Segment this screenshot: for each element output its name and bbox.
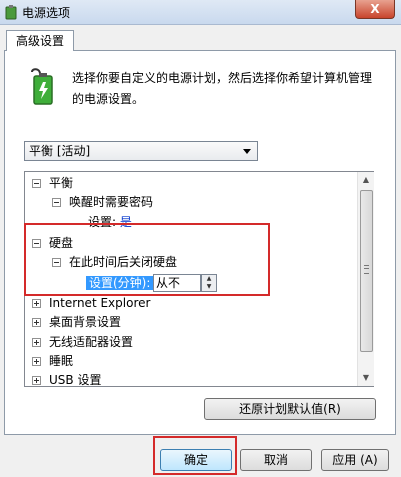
expand-icon[interactable] (32, 318, 41, 327)
tab-advanced-settings[interactable]: 高级设置 (6, 30, 74, 51)
scroll-down-icon[interactable]: ▼ (358, 370, 374, 386)
restore-defaults-button[interactable]: 还原计划默认值(R) (204, 398, 376, 420)
collapse-icon[interactable] (52, 198, 61, 207)
tree-item-desktop-background[interactable]: 桌面背景设置 (32, 313, 121, 331)
plan-dropdown-value: 平衡 [活动] (29, 144, 91, 158)
tree-item-usb[interactable]: USB 设置 (32, 371, 101, 389)
tree-item-label: USB 设置 (49, 373, 102, 387)
collapse-icon[interactable] (52, 258, 61, 267)
collapse-icon[interactable] (32, 239, 41, 248)
close-button[interactable]: X (355, 0, 395, 19)
expand-icon[interactable] (32, 376, 41, 385)
power-options-icon (5, 5, 17, 20)
minutes-stepper[interactable]: ▲ ▼ (201, 274, 217, 292)
spin-up-icon[interactable]: ▲ (202, 275, 216, 283)
apply-button[interactable]: 应用 (A) (321, 449, 389, 471)
tree-item-sleep[interactable]: 睡眠 (32, 352, 73, 370)
tree-item-label: Internet Explorer (49, 296, 151, 310)
tree-item-label: 无线适配器设置 (49, 335, 134, 349)
tree-item-turn-off-disk[interactable]: 在此时间后关闭硬盘 (52, 253, 177, 271)
collapse-icon[interactable] (32, 179, 41, 188)
setting-label: 设置: (88, 215, 117, 229)
tree-item-label: 睡眠 (49, 354, 74, 368)
cancel-button[interactable]: 取消 (240, 449, 312, 471)
tree-item-label: 在此时间后关闭硬盘 (69, 255, 178, 269)
battery-plug-icon (31, 68, 53, 105)
ok-button[interactable]: 确定 (160, 449, 232, 471)
scroll-thumb[interactable] (360, 190, 373, 352)
intro-text: 选择你要自定义的电源计划，然后选择你希望计算机管理的电源设置。 (72, 71, 373, 106)
tree-item-label: 平衡 (49, 176, 74, 190)
window-title: 电源选项 (22, 6, 71, 20)
tree-item-internet-explorer[interactable]: Internet Explorer (32, 294, 150, 312)
tree-item-minutes-setting[interactable]: 设置(分钟): (86, 274, 154, 292)
tree-item-balanced[interactable]: 平衡 (32, 174, 73, 192)
chevron-down-icon (243, 149, 251, 154)
minutes-input[interactable]: 从不 (153, 274, 201, 292)
tree-item-label: 桌面背景设置 (49, 315, 122, 329)
setting-value: 是 (119, 215, 132, 229)
tree-item-wake-password[interactable]: 唤醒时需要密码 (52, 193, 153, 211)
expand-icon[interactable] (32, 357, 41, 366)
expand-icon[interactable] (32, 338, 41, 347)
scroll-up-icon[interactable]: ▲ (358, 172, 374, 188)
tree-scrollbar[interactable]: ▲ ▼ (357, 172, 374, 386)
tree-item-wireless-adapter[interactable]: 无线适配器设置 (32, 333, 133, 351)
setting-label: 设置(分钟): (86, 276, 154, 290)
expand-icon[interactable] (32, 299, 41, 308)
tree-item-label: 硬盘 (49, 236, 74, 250)
plan-dropdown[interactable]: 平衡 [活动] (24, 141, 258, 161)
grip-icon (364, 265, 369, 274)
tree-item-wake-setting[interactable]: 设置: 是 (88, 213, 132, 231)
spin-down-icon[interactable]: ▼ (202, 283, 216, 291)
title-bar: 电源选项 X (0, 0, 401, 25)
tree-item-hard-disk[interactable]: 硬盘 (32, 234, 73, 252)
tree-item-label: 唤醒时需要密码 (69, 195, 154, 209)
